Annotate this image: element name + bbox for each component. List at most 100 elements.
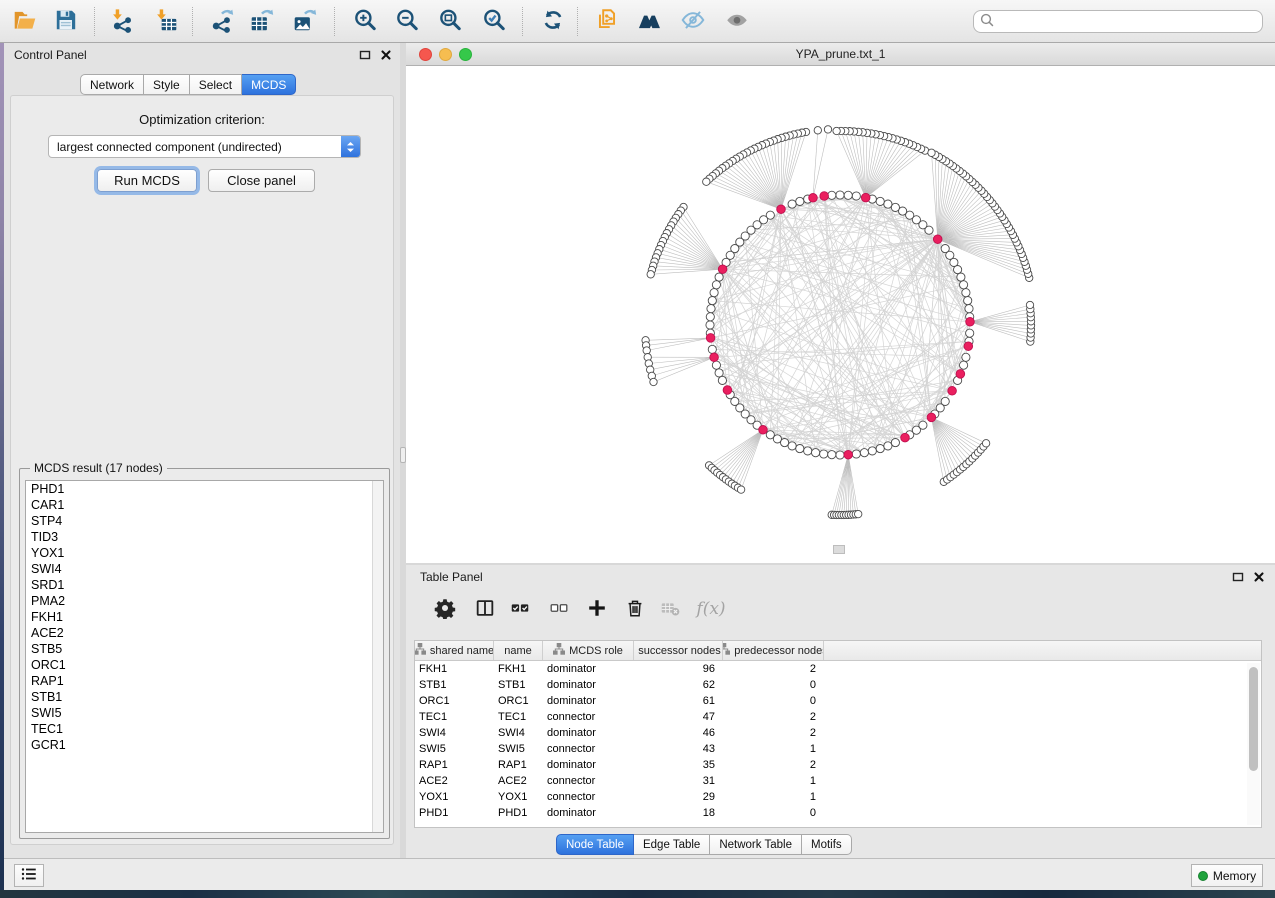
- mcds-result-item[interactable]: SRD1: [26, 577, 383, 593]
- cell-shared-name[interactable]: SWI5: [415, 741, 494, 757]
- table-row[interactable]: SWI4SWI4dominator462: [415, 725, 1261, 741]
- close-panel-icon[interactable]: [380, 49, 392, 64]
- close-panel-button[interactable]: Close panel: [208, 169, 315, 192]
- mcds-result-item[interactable]: YOX1: [26, 545, 383, 561]
- save-session-button[interactable]: [49, 4, 83, 38]
- zoom-out-button[interactable]: [390, 4, 424, 38]
- search-input[interactable]: [998, 15, 1262, 29]
- float-panel-icon[interactable]: [359, 49, 371, 64]
- mcds-list-scrollbar[interactable]: [372, 481, 383, 832]
- mcds-result-list[interactable]: PHD1CAR1STP4TID3YOX1SWI4SRD1PMA2FKH1ACE2…: [25, 480, 384, 833]
- tab-network[interactable]: Network: [80, 74, 144, 95]
- tab-motifs[interactable]: Motifs: [802, 834, 852, 855]
- columns-button[interactable]: [470, 594, 500, 624]
- import-network-button[interactable]: [105, 4, 139, 38]
- column-header-successor-nodes[interactable]: successor nodes: [634, 641, 723, 660]
- network-canvas[interactable]: [406, 66, 1275, 563]
- cell-shared-name[interactable]: PHD1: [415, 805, 494, 821]
- cell-name[interactable]: TEC1: [494, 709, 543, 725]
- table-row[interactable]: ACE2ACE2connector311: [415, 773, 1261, 789]
- cell-shared-name[interactable]: STB1: [415, 677, 494, 693]
- table-row[interactable]: ORC1ORC1dominator610: [415, 693, 1261, 709]
- cell-name[interactable]: ACE2: [494, 773, 543, 789]
- tab-mcds[interactable]: MCDS: [242, 74, 296, 95]
- create-column-button[interactable]: [582, 594, 612, 624]
- close-panel-icon[interactable]: [1253, 571, 1265, 586]
- mcds-result-item[interactable]: TID3: [26, 529, 383, 545]
- zoom-selected-button[interactable]: [477, 4, 511, 38]
- mcds-result-item[interactable]: PHD1: [26, 481, 383, 497]
- cell-name[interactable]: FKH1: [494, 661, 543, 677]
- cell-shared-name[interactable]: ORC1: [415, 693, 494, 709]
- cell-predecessor-nodes[interactable]: 1: [723, 789, 824, 805]
- cell-shared-name[interactable]: TEC1: [415, 709, 494, 725]
- cell-predecessor-nodes[interactable]: 1: [723, 773, 824, 789]
- cell-shared-name[interactable]: FKH1: [415, 661, 494, 677]
- cell-name[interactable]: SWI4: [494, 725, 543, 741]
- cell-MCDS-role[interactable]: dominator: [543, 693, 634, 709]
- mcds-result-item[interactable]: FKH1: [26, 609, 383, 625]
- tab-style[interactable]: Style: [144, 74, 190, 95]
- network-search-field[interactable]: [973, 10, 1263, 33]
- settings-button[interactable]: [430, 594, 460, 624]
- share-session-button[interactable]: [590, 4, 624, 38]
- delete-columns-button[interactable]: [620, 594, 650, 624]
- cell-shared-name[interactable]: YOX1: [415, 789, 494, 805]
- select-all-button[interactable]: [505, 594, 535, 624]
- cell-MCDS-role[interactable]: dominator: [543, 661, 634, 677]
- cell-name[interactable]: STB1: [494, 677, 543, 693]
- cell-predecessor-nodes[interactable]: 2: [723, 709, 824, 725]
- cell-name[interactable]: PHD1: [494, 805, 543, 821]
- cell-name[interactable]: ORC1: [494, 693, 543, 709]
- table-row[interactable]: FKH1FKH1dominator962: [415, 661, 1261, 677]
- mcds-result-item[interactable]: CAR1: [26, 497, 383, 513]
- cell-predecessor-nodes[interactable]: 2: [723, 661, 824, 677]
- zoom-in-button[interactable]: [348, 4, 382, 38]
- cell-MCDS-role[interactable]: connector: [543, 709, 634, 725]
- mcds-result-item[interactable]: ORC1: [26, 657, 383, 673]
- cell-shared-name[interactable]: ACE2: [415, 773, 494, 789]
- canvas-scroll-grip[interactable]: [833, 545, 845, 554]
- refresh-view-button[interactable]: [536, 4, 570, 38]
- table-scrollbar-thumb[interactable]: [1249, 667, 1258, 771]
- cell-name[interactable]: SWI5: [494, 741, 543, 757]
- cell-successor-nodes[interactable]: 96: [634, 661, 723, 677]
- tab-node-table[interactable]: Node Table: [556, 834, 634, 855]
- show-all-button[interactable]: [720, 4, 754, 38]
- cell-predecessor-nodes[interactable]: 1: [723, 741, 824, 757]
- export-network-button[interactable]: [205, 4, 239, 38]
- clear-selection-button[interactable]: [544, 594, 574, 624]
- cell-successor-nodes[interactable]: 31: [634, 773, 723, 789]
- table-row[interactable]: RAP1RAP1dominator352: [415, 757, 1261, 773]
- mcds-result-item[interactable]: PMA2: [26, 593, 383, 609]
- cell-successor-nodes[interactable]: 61: [634, 693, 723, 709]
- cell-successor-nodes[interactable]: 46: [634, 725, 723, 741]
- table-row[interactable]: YOX1YOX1connector291: [415, 789, 1261, 805]
- hide-selected-button[interactable]: [676, 4, 710, 38]
- export-table-button[interactable]: [245, 4, 279, 38]
- mcds-result-item[interactable]: SWI4: [26, 561, 383, 577]
- float-panel-icon[interactable]: [1232, 571, 1244, 586]
- memory-button[interactable]: Memory: [1191, 864, 1263, 887]
- cell-MCDS-role[interactable]: dominator: [543, 677, 634, 693]
- tab-select[interactable]: Select: [190, 74, 242, 95]
- cell-name[interactable]: RAP1: [494, 757, 543, 773]
- column-header-name[interactable]: name: [494, 641, 543, 660]
- tab-edge-table[interactable]: Edge Table: [634, 834, 710, 855]
- cell-name[interactable]: YOX1: [494, 789, 543, 805]
- cell-MCDS-role[interactable]: connector: [543, 789, 634, 805]
- mcds-result-item[interactable]: STP4: [26, 513, 383, 529]
- cell-successor-nodes[interactable]: 47: [634, 709, 723, 725]
- table-scrollbar[interactable]: [1247, 663, 1260, 825]
- table-row[interactable]: SWI5SWI5connector431: [415, 741, 1261, 757]
- cell-successor-nodes[interactable]: 18: [634, 805, 723, 821]
- column-header-shared-name[interactable]: shared name: [415, 641, 494, 660]
- optimization-criterion-select[interactable]: largest connected component (undirected): [48, 135, 361, 158]
- cell-predecessor-nodes[interactable]: 2: [723, 757, 824, 773]
- column-header-predecessor-nodes[interactable]: predecessor nodes: [723, 641, 824, 660]
- network-window-titlebar[interactable]: YPA_prune.txt_1: [406, 43, 1275, 66]
- cell-MCDS-role[interactable]: dominator: [543, 757, 634, 773]
- zoom-fit-button[interactable]: [433, 4, 467, 38]
- cell-MCDS-role[interactable]: dominator: [543, 725, 634, 741]
- cell-shared-name[interactable]: RAP1: [415, 757, 494, 773]
